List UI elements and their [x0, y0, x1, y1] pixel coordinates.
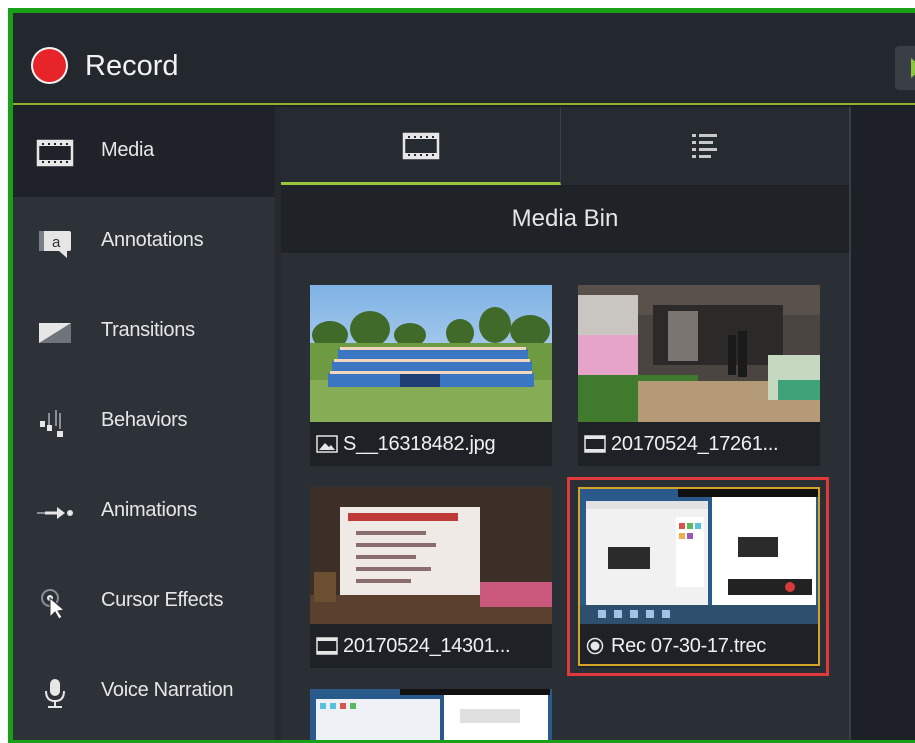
selection-inner-border	[578, 487, 820, 666]
tools-sidebar: Media a Annotations Transitions Behavior…	[13, 107, 275, 740]
svg-text:a: a	[52, 234, 61, 251]
sidebar-item-label: Media	[101, 139, 154, 161]
cursor-effects-icon	[41, 589, 66, 619]
record-button-label[interactable]: Record	[85, 49, 179, 83]
toolbar-header: Record	[13, 13, 915, 105]
media-item[interactable]: 20170524_17261...	[578, 285, 820, 466]
media-thumbnail	[310, 689, 552, 740]
media-thumbnail	[578, 285, 820, 422]
play-button[interactable]	[895, 46, 915, 90]
animation-arrow-icon	[37, 507, 73, 519]
media-filename: 20170524_17261...	[611, 433, 779, 455]
sidebar-item-cursor-effects[interactable]: Cursor Effects	[13, 557, 275, 647]
sidebar-item-label: Annotations	[101, 229, 204, 251]
sidebar-item-annotations[interactable]: a Annotations	[13, 197, 275, 287]
media-caption: 20170524_17261...	[578, 422, 820, 466]
list-view-icon	[692, 134, 717, 158]
sidebar-item-behaviors[interactable]: Behaviors	[13, 377, 275, 467]
media-thumbnail	[310, 487, 552, 624]
film-strip-icon	[584, 435, 606, 453]
sidebar-item-media[interactable]: Media	[13, 107, 275, 197]
behaviors-icon	[40, 410, 63, 437]
sidebar-item-voice-narration[interactable]: Voice Narration	[13, 647, 275, 737]
sidebar-item-label: Cursor Effects	[101, 589, 224, 611]
media-thumbnail	[310, 285, 552, 422]
sidebar-item-label: Behaviors	[101, 409, 188, 431]
tab-details-view[interactable]	[562, 107, 849, 185]
sidebar-item-label: Animations	[101, 499, 197, 521]
sidebar-item-transitions[interactable]: Transitions	[13, 287, 275, 377]
view-tabs	[281, 107, 849, 185]
film-strip-icon	[316, 637, 338, 655]
media-bin-title: Media Bin	[281, 185, 849, 253]
media-filename: 20170524_14301...	[343, 635, 511, 657]
sidebar-item-animations[interactable]: Animations	[13, 467, 275, 557]
media-item[interactable]: 20170524_14301...	[310, 487, 552, 668]
record-icon[interactable]	[33, 49, 66, 82]
media-bin-panel: Media Bin S__16318482.jpg 20170524_17261…	[281, 107, 849, 740]
image-icon	[316, 435, 338, 453]
media-item[interactable]	[310, 689, 552, 740]
camtasia-window: Record Media a Annotations Transitions B…	[8, 8, 915, 743]
film-strip-icon	[36, 139, 74, 167]
transition-icon	[39, 323, 71, 343]
media-item[interactable]: S__16318482.jpg	[310, 285, 552, 466]
sidebar-item-label: Transitions	[101, 319, 195, 341]
microphone-icon	[45, 679, 65, 708]
media-filename: S__16318482.jpg	[343, 433, 496, 455]
play-icon	[911, 58, 915, 78]
canvas-panel-edge	[849, 107, 915, 740]
tab-thumbnail-view[interactable]	[281, 107, 561, 185]
film-strip-icon	[402, 132, 440, 160]
media-caption: S__16318482.jpg	[310, 422, 552, 466]
annotation-callout-icon: a	[39, 231, 71, 258]
media-caption: 20170524_14301...	[310, 624, 552, 668]
sidebar-item-label: Voice Narration	[101, 679, 234, 701]
